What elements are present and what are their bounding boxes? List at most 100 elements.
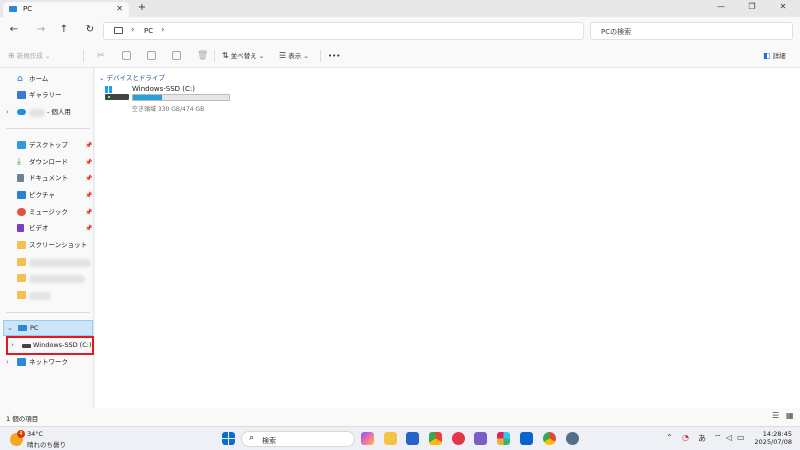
navigation-pane: ⌂ ホーム ギャラリー › - 個人用 デスクトップ 📌 ⤓ ダウンロード 📌 … <box>0 68 94 408</box>
search-placeholder: PCの検索 <box>601 28 632 36</box>
app-icon[interactable] <box>474 432 487 445</box>
up-button[interactable]: ↑ <box>56 23 72 37</box>
taskbar-search[interactable]: ⌕ 検索 <box>241 431 355 447</box>
sidebar-item-label: デスクトップ <box>29 141 68 149</box>
maximize-button[interactable]: ❐ <box>737 2 767 11</box>
outlook-icon[interactable] <box>520 432 533 445</box>
rename-button[interactable] <box>172 49 181 63</box>
pin-icon[interactable]: 📌 <box>85 155 92 170</box>
drive-tile-c[interactable]: Windows-SSD (C:) 空き領域 330 GB/474 GB <box>105 85 245 115</box>
sidebar-item-screenshots[interactable]: スクリーンショット <box>0 238 94 253</box>
tiles-view-icon[interactable]: ▦ <box>786 411 794 420</box>
clock-date: 2025/07/08 <box>754 438 792 446</box>
ime-indicator[interactable]: あ <box>698 433 706 444</box>
battery-icon[interactable]: ▭ <box>737 433 745 442</box>
pc-icon <box>18 325 27 331</box>
rename-icon <box>172 51 181 60</box>
sidebar-item-label: スクリーンショット <box>29 241 88 249</box>
minimize-button[interactable]: — <box>706 2 736 11</box>
volume-icon[interactable]: ◁ <box>726 433 732 442</box>
breadcrumb[interactable]: PC <box>144 27 153 35</box>
delete-button[interactable]: 🗑 <box>197 49 208 63</box>
sidebar-item-desktop[interactable]: デスクトップ 📌 <box>0 138 94 153</box>
new-tab-button[interactable]: + <box>136 2 148 13</box>
sidebar-item-folder[interactable] <box>0 255 94 270</box>
details-view-icon[interactable]: ☰ <box>772 411 779 420</box>
wifi-icon[interactable]: ⌔ <box>714 433 722 443</box>
sidebar-item-folder[interactable] <box>0 288 94 303</box>
download-icon: ⤓ <box>17 157 21 167</box>
sidebar-item-music[interactable]: ミュージック 📌 <box>0 205 94 220</box>
pin-icon[interactable]: 📌 <box>85 188 92 203</box>
back-button[interactable]: ← <box>6 23 22 37</box>
status-bar: 1 個の項目 ☰ ▦ <box>0 408 800 426</box>
sidebar-item-network[interactable]: › ネットワーク <box>0 355 94 370</box>
collapse-chevron-icon[interactable]: ⌄ <box>7 321 13 336</box>
pin-icon[interactable]: 📌 <box>85 171 92 186</box>
expand-chevron-icon[interactable]: › <box>6 355 9 370</box>
trash-icon: 🗑 <box>197 51 209 61</box>
chrome-icon[interactable] <box>543 432 556 445</box>
sort-button[interactable]: ⇅ 並べ替え ⌄ <box>222 49 264 63</box>
details-button[interactable]: ◧ 詳細 <box>763 49 786 63</box>
app-icon[interactable] <box>452 432 465 445</box>
video-icon <box>17 224 24 232</box>
sidebar-item-pc[interactable]: ⌄ PC <box>3 320 93 336</box>
copy-button[interactable] <box>122 49 131 63</box>
highlight-box <box>6 336 94 355</box>
document-icon <box>17 174 24 182</box>
clock[interactable]: 14:28:45 2025/07/08 <box>748 430 792 446</box>
sidebar-item-gallery[interactable]: ギャラリー <box>0 88 94 103</box>
chevron-right-icon[interactable]: › <box>131 25 135 35</box>
paste-button[interactable] <box>147 49 156 63</box>
sidebar-item-pictures[interactable]: ピクチャ 📌 <box>0 188 94 203</box>
sidebar-item-label: - 個人用 <box>47 108 71 116</box>
chevron-up-icon[interactable]: ⌃ <box>666 433 673 442</box>
sidebar-item-documents[interactable]: ドキュメント 📌 <box>0 171 94 186</box>
address-bar[interactable]: › PC › <box>103 22 584 40</box>
pin-icon[interactable]: 📌 <box>85 221 92 236</box>
pin-icon[interactable]: 📌 <box>85 138 92 153</box>
group-header[interactable]: ⌄ デバイスとドライブ <box>99 72 165 82</box>
tab-close-icon[interactable]: ✕ <box>116 4 123 13</box>
search-label: 検索 <box>262 437 276 445</box>
sidebar-item-label: PC <box>30 324 39 332</box>
sidebar-item-onedrive[interactable]: › - 個人用 <box>0 105 94 120</box>
settings-gear-icon[interactable] <box>566 432 579 445</box>
start-icon[interactable] <box>222 432 235 445</box>
more-options-button[interactable]: ••• <box>328 49 340 63</box>
chevron-down-icon: ⌄ <box>303 52 309 60</box>
copilot-icon[interactable] <box>361 432 374 445</box>
cut-button[interactable]: ✂ <box>97 49 105 63</box>
file-view: ⌄ デバイスとドライブ Windows-SSD (C:) 空き領域 330 GB… <box>95 68 800 408</box>
tray-app-icon[interactable]: ◔ <box>682 433 689 442</box>
command-bar: ⊕ 新規作成 ⌄ ✂ 🗑 ⇅ 並べ替え ⌄ ☰ 表示 ⌄ ••• ◧ 詳細 <box>0 44 800 68</box>
item-count: 1 個の項目 <box>6 415 39 423</box>
folder-icon <box>17 291 26 299</box>
search-input[interactable]: PCの検索 <box>590 22 793 40</box>
slack-icon[interactable] <box>497 432 510 445</box>
close-button[interactable]: ✕ <box>768 2 798 11</box>
refresh-button[interactable]: ↻ <box>82 23 98 37</box>
sidebar-item-videos[interactable]: ビデオ 📌 <box>0 221 94 236</box>
chrome-icon[interactable] <box>429 432 442 445</box>
chevron-right-icon[interactable]: › <box>161 25 165 35</box>
folder-icon <box>17 274 26 282</box>
windows-logo-icon <box>105 86 112 93</box>
taskbar: 4 34°C 晴れのち曇り ⌕ 検索 ⌃ ◔ あ ⌔ ◁ ▭ 14:28:45 … <box>0 426 800 450</box>
redacted-name <box>29 292 51 300</box>
forward-button[interactable]: → <box>33 23 49 37</box>
file-explorer-icon[interactable] <box>384 432 397 445</box>
plus-circle-icon: ⊕ <box>8 51 15 60</box>
sidebar-item-home[interactable]: ⌂ ホーム <box>0 72 94 87</box>
new-button[interactable]: ⊕ 新規作成 ⌄ <box>8 49 50 63</box>
details-pane-icon: ◧ <box>763 51 771 60</box>
onedrive-cloud-icon <box>17 109 26 115</box>
view-button[interactable]: ☰ 表示 ⌄ <box>279 49 309 63</box>
sidebar-item-folder[interactable] <box>0 271 94 286</box>
pin-icon[interactable]: 📌 <box>85 205 92 220</box>
sidebar-item-downloads[interactable]: ⤓ ダウンロード 📌 <box>0 155 94 170</box>
expand-chevron-icon[interactable]: › <box>6 105 9 120</box>
app-icon[interactable] <box>406 432 419 445</box>
tab-pc[interactable]: PC ✕ <box>3 2 129 17</box>
